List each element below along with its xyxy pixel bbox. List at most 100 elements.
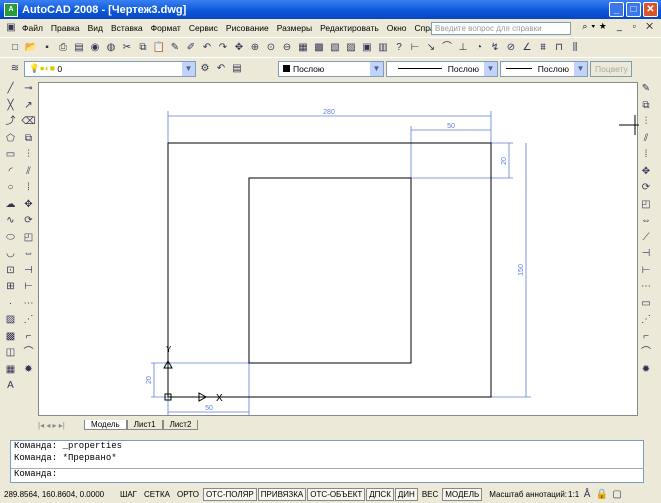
tab-layout2[interactable]: Лист2 bbox=[162, 420, 199, 430]
layer-previous-icon[interactable]: ↶ bbox=[214, 62, 228, 76]
break-icon[interactable]: ▭ bbox=[639, 297, 653, 313]
open-icon[interactable]: 📂 bbox=[24, 41, 38, 55]
publish-icon[interactable]: ◉ bbox=[88, 41, 102, 55]
properties-icon[interactable]: ▦ bbox=[296, 41, 310, 55]
lock-icon[interactable]: 🔒 bbox=[595, 488, 609, 502]
layer-state-icon[interactable]: ▤ bbox=[230, 62, 244, 76]
menu-item[interactable]: Редактировать bbox=[316, 23, 383, 33]
fillet-icon[interactable]: ⌒ bbox=[20, 346, 37, 362]
status-toggle[interactable]: МОДЕЛЬ bbox=[442, 488, 483, 501]
drawing-canvas[interactable]: 280 50 20 150 20 50 X Y bbox=[38, 82, 639, 416]
status-toggle[interactable]: ДПСК bbox=[366, 488, 394, 501]
status-toggle[interactable]: ДИН bbox=[394, 488, 418, 501]
multiline-text-icon[interactable]: A bbox=[2, 379, 19, 395]
region-icon[interactable]: ◫ bbox=[2, 346, 19, 362]
diameter-icon[interactable]: ⊘ bbox=[504, 41, 518, 55]
point-icon[interactable]: · bbox=[2, 297, 19, 313]
angular-icon[interactable]: ∠ bbox=[520, 41, 534, 55]
tab-model[interactable]: Модель bbox=[84, 420, 127, 430]
status-toggle[interactable]: СЕТКА bbox=[141, 488, 173, 501]
menu-item[interactable]: Формат bbox=[147, 23, 185, 33]
annotation-visibility-icon[interactable]: Å bbox=[580, 488, 594, 502]
menu-item[interactable]: Сервис bbox=[185, 23, 222, 33]
circle-icon[interactable]: ○ bbox=[2, 181, 19, 197]
menu-item[interactable]: Окно bbox=[383, 23, 411, 33]
trim-icon[interactable]: ⊣ bbox=[639, 247, 653, 263]
menu-item[interactable]: Правка bbox=[47, 23, 84, 33]
offset-icon[interactable]: ⫽ bbox=[20, 165, 37, 181]
mirror-icon[interactable]: ⫶ bbox=[639, 115, 653, 131]
polygon-icon[interactable]: ⬠ bbox=[2, 132, 19, 148]
move-icon[interactable]: ✥ bbox=[639, 165, 653, 181]
sheet-set-icon[interactable]: ▨ bbox=[344, 41, 358, 55]
paste-icon[interactable]: 📋 bbox=[152, 41, 166, 55]
linetype-select[interactable]: Послою ▼ bbox=[386, 60, 498, 77]
menu-item[interactable]: Вид bbox=[84, 23, 107, 33]
inner-rectangle[interactable] bbox=[248, 177, 412, 364]
help-icon[interactable]: ? bbox=[392, 41, 406, 55]
erase-icon[interactable]: ✎ bbox=[639, 82, 653, 98]
status-toggle[interactable]: ШАГ bbox=[117, 488, 140, 501]
match-properties-icon[interactable]: ✎ bbox=[168, 41, 182, 55]
rotate-icon[interactable]: ⟳ bbox=[639, 181, 653, 197]
explode-icon[interactable]: ✹ bbox=[639, 363, 653, 379]
copy-icon[interactable]: ⧉ bbox=[20, 132, 37, 148]
make-block-icon[interactable]: ⊞ bbox=[2, 280, 19, 296]
table-icon[interactable]: ▦ bbox=[2, 363, 19, 379]
mirror-icon[interactable]: ⫶ bbox=[20, 148, 37, 164]
maximize-button[interactable]: □ bbox=[626, 2, 641, 17]
ordinate-icon[interactable]: ⊥ bbox=[456, 41, 470, 55]
ellipse-icon[interactable]: ⬭ bbox=[2, 231, 19, 247]
revision-cloud-icon[interactable]: ☁ bbox=[2, 198, 19, 214]
design-center-icon[interactable]: ▩ bbox=[312, 41, 326, 55]
menu-item[interactable]: Файл bbox=[18, 23, 47, 33]
new-icon[interactable]: □ bbox=[8, 41, 22, 55]
rotate-icon[interactable]: ⟳ bbox=[20, 214, 37, 230]
polyline-icon[interactable]: ⤴ bbox=[2, 115, 19, 131]
arc-icon[interactable]: ◜ bbox=[2, 165, 19, 181]
undo-icon[interactable]: ↶ bbox=[200, 41, 214, 55]
gradient-icon[interactable]: ▩ bbox=[2, 330, 19, 346]
tab-layout1[interactable]: Лист1 bbox=[126, 420, 163, 430]
close-button[interactable]: ✕ bbox=[643, 2, 658, 17]
layer-manager-icon[interactable]: ≋ bbox=[8, 62, 22, 76]
cut-icon[interactable]: ✂ bbox=[120, 41, 134, 55]
stretch-icon[interactable]: ⇔ bbox=[639, 214, 653, 230]
join-icon[interactable]: ⋰ bbox=[639, 313, 653, 329]
quick-dim-icon[interactable]: ⩩ bbox=[536, 41, 550, 55]
extend-icon[interactable]: ⊢ bbox=[20, 280, 37, 296]
tab-nav-arrows[interactable]: |◂ ◂ ▸ ▸| bbox=[38, 421, 84, 430]
status-toggle[interactable]: ОТС-ОБЪЕКТ bbox=[307, 488, 366, 501]
print-icon[interactable]: ⎙ bbox=[56, 41, 70, 55]
move-icon[interactable]: ✥ bbox=[20, 198, 37, 214]
status-toggle[interactable]: ВЕС bbox=[419, 488, 441, 501]
clean-screen-icon[interactable]: ▢ bbox=[610, 488, 624, 502]
command-input[interactable]: Команда: bbox=[11, 468, 643, 482]
line-icon[interactable]: ╱ bbox=[2, 82, 19, 98]
annotation-scale-select[interactable]: 1:1 bbox=[568, 490, 579, 499]
extend-icon[interactable]: ⊢ bbox=[639, 264, 653, 280]
break-at-point-icon[interactable]: ⋯ bbox=[639, 280, 653, 296]
zoom-realtime-icon[interactable]: ⊕ bbox=[248, 41, 262, 55]
hatch-icon[interactable]: ▨ bbox=[2, 313, 19, 329]
block-editor-icon[interactable]: ✐ bbox=[184, 41, 198, 55]
menu-item[interactable]: Размеры bbox=[273, 23, 316, 33]
chamfer-icon[interactable]: ⌐ bbox=[639, 330, 653, 346]
preview-icon[interactable]: ▤ bbox=[72, 41, 86, 55]
status-toggle[interactable]: ОРТО bbox=[174, 488, 202, 501]
zoom-window-icon[interactable]: ⊙ bbox=[264, 41, 278, 55]
insert-block-icon[interactable]: ⊡ bbox=[2, 264, 19, 280]
scale-icon[interactable]: ◰ bbox=[639, 198, 653, 214]
aligned-dim-icon[interactable]: ↘ bbox=[424, 41, 438, 55]
lineweight-select[interactable]: Послою ▼ bbox=[500, 60, 588, 77]
explode-icon[interactable]: ✹ bbox=[20, 363, 37, 379]
construction-line-icon[interactable]: ╳ bbox=[2, 99, 19, 115]
offset-icon[interactable]: ⫽ bbox=[639, 132, 653, 148]
radius-icon[interactable]: ◔ bbox=[472, 41, 486, 55]
layer-select[interactable]: 💡●◐■ 0 ▼ bbox=[24, 60, 196, 77]
outer-rectangle[interactable] bbox=[167, 142, 492, 398]
menu-item[interactable]: Рисование bbox=[222, 23, 273, 33]
jogged-icon[interactable]: ↯ bbox=[488, 41, 502, 55]
rectangle-icon[interactable]: ▭ bbox=[2, 148, 19, 164]
status-toggle[interactable]: ОТС-ПОЛЯР bbox=[202, 488, 257, 501]
